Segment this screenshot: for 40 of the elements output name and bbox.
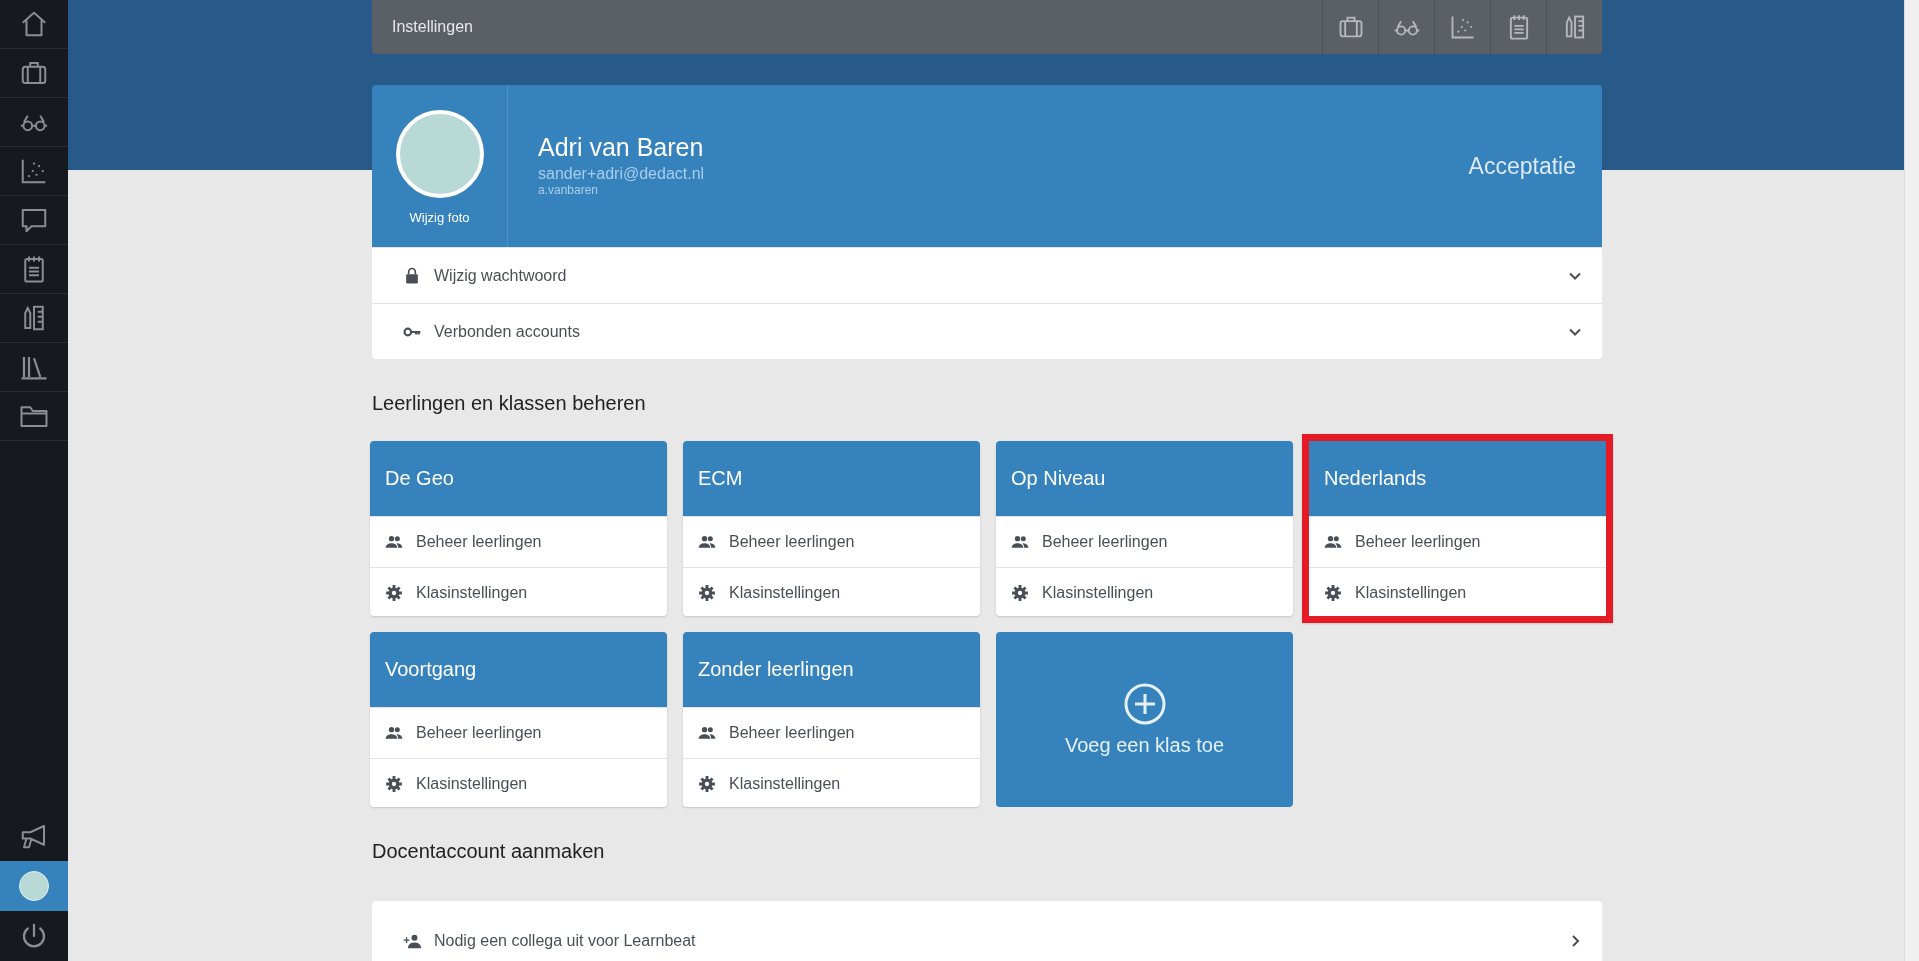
class-action[interactable]: Klasinstellingen (370, 758, 667, 807)
class-action[interactable]: Beheer leerlingen (683, 516, 980, 567)
user-name: Adri van Baren (538, 133, 705, 162)
gear-icon (697, 774, 717, 794)
class-action[interactable]: Beheer leerlingen (370, 516, 667, 567)
class-action[interactable]: Beheer leerlingen (683, 707, 980, 758)
settings-row[interactable]: Verbonden accounts (372, 303, 1602, 359)
settings-row[interactable]: Wijzig wachtwoord (372, 247, 1602, 303)
profile-nav-item[interactable] (0, 861, 68, 911)
gear-icon (697, 583, 717, 603)
username: a.vanbaren (538, 183, 600, 197)
class-action[interactable]: Klasinstellingen (683, 758, 980, 807)
class-title: Zonder leerlingen (683, 632, 980, 707)
class-action[interactable]: Klasinstellingen (1309, 567, 1606, 616)
page-title: Instellingen (391, 18, 474, 36)
change-photo-link[interactable]: Wijzig foto (409, 210, 470, 225)
gear-icon (384, 774, 404, 794)
class-action[interactable]: Beheer leerlingen (370, 707, 667, 758)
gear-icon (384, 583, 404, 603)
invite-row[interactable]: Nodig een collega uit voor Learnbeat (372, 901, 1602, 961)
add-class-button[interactable]: Voeg een klas toe (996, 632, 1293, 807)
class-action[interactable]: Beheer leerlingen (996, 516, 1293, 567)
class-title: ECM (683, 441, 980, 516)
class-title: Op Niveau (996, 441, 1293, 516)
avatar-picture (19, 871, 49, 901)
section-title: Docentaccount aanmaken (372, 840, 606, 863)
class-action[interactable]: Klasinstellingen (683, 567, 980, 616)
class-title: Voortgang (370, 632, 667, 707)
add-icon (1122, 682, 1167, 726)
scrollbar[interactable] (1904, 0, 1919, 961)
class-title: De Geo (370, 441, 667, 516)
gear-icon (1323, 583, 1343, 603)
class-action[interactable]: Beheer leerlingen (1309, 516, 1606, 567)
class-action[interactable]: Klasinstellingen (996, 567, 1293, 616)
class-action[interactable]: Klasinstellingen (370, 567, 667, 616)
environment-label: Acceptatie (1468, 152, 1577, 180)
gear-icon (1010, 583, 1030, 603)
class-title: Nederlands (1309, 441, 1606, 516)
section-title: Leerlingen en klassen beheren (372, 392, 647, 415)
user-email: sander+adri@dedact.nl (538, 165, 706, 183)
